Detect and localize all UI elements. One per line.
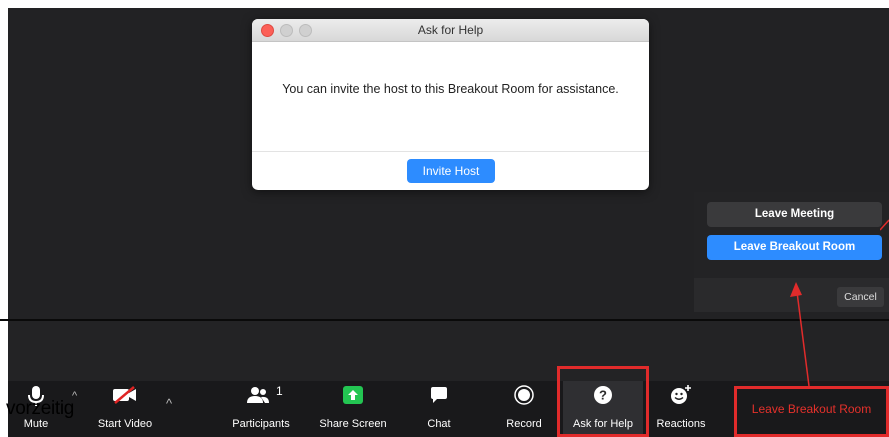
chat-icon	[431, 387, 447, 403]
meeting-lower-area	[8, 321, 889, 381]
chat-label: Chat	[427, 418, 451, 430]
share-screen-button[interactable]: Share Screen	[314, 381, 392, 437]
share-screen-icon	[343, 386, 363, 404]
participants-label: Participants	[232, 418, 290, 430]
video-options-chevron-icon[interactable]: ^	[166, 396, 172, 411]
chat-button[interactable]: Chat	[420, 381, 458, 437]
top-border	[0, 0, 889, 8]
red-arrow-edge-mark	[880, 219, 889, 231]
red-arrow-annotation	[790, 282, 810, 387]
start-video-label: Start Video	[97, 418, 153, 430]
invite-host-button[interactable]: Invite Host	[407, 159, 495, 183]
participants-icon	[247, 387, 269, 403]
zoom-window: Ask for Help You can invite the host to …	[0, 0, 889, 437]
participants-button[interactable]: 1 Participants	[226, 381, 296, 437]
reactions-emoji-icon	[671, 385, 691, 404]
overlay-caption: vorzeitig	[6, 398, 75, 419]
dialog-titlebar: Ask for Help	[252, 19, 649, 42]
ask-for-help-highlight-box	[557, 366, 649, 437]
start-video-button[interactable]: Start Video	[94, 381, 156, 437]
record-button[interactable]: Record	[500, 381, 548, 437]
reactions-button[interactable]: Reactions	[650, 381, 712, 437]
share-screen-label: Share Screen	[319, 418, 387, 430]
reactions-label: Reactions	[656, 418, 706, 430]
leave-breakout-room-button[interactable]: Leave Breakout Room	[707, 235, 882, 260]
leave-breakout-highlight-box	[734, 386, 889, 437]
record-icon	[514, 385, 534, 405]
dialog-message: You can invite the host to this Breakout…	[282, 82, 619, 96]
leave-meeting-button[interactable]: Leave Meeting	[707, 202, 882, 227]
cancel-button[interactable]: Cancel	[837, 287, 884, 307]
participants-count: 1	[276, 384, 283, 398]
dialog-title: Ask for Help	[417, 23, 484, 37]
video-off-icon	[113, 386, 136, 404]
record-label: Record	[506, 418, 542, 430]
dialog-divider	[252, 151, 649, 152]
ask-for-help-dialog: Ask for Help You can invite the host to …	[252, 19, 649, 190]
